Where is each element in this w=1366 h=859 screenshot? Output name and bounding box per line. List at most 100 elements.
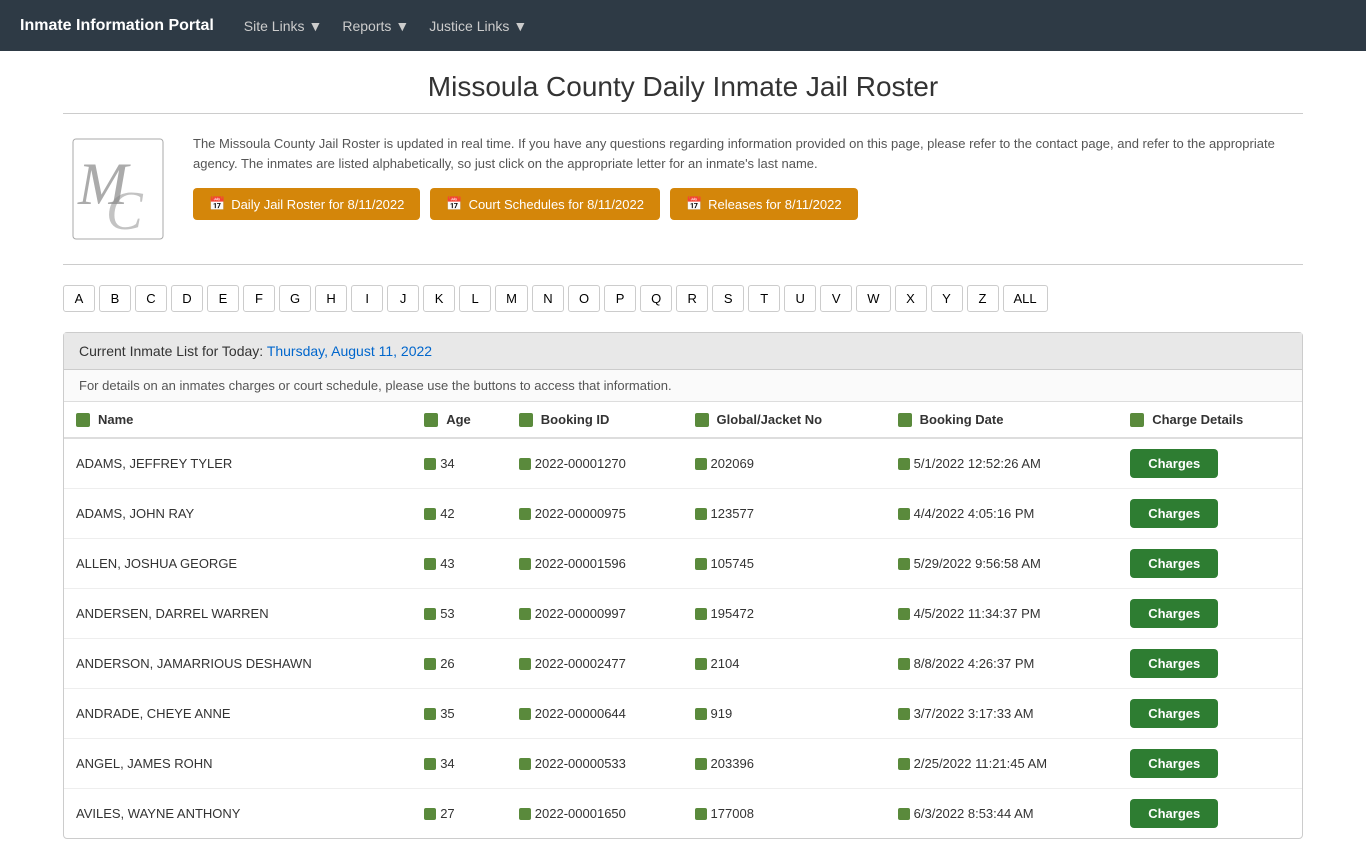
alpha-btn-p[interactable]: P bbox=[604, 285, 636, 312]
alpha-btn-q[interactable]: Q bbox=[640, 285, 672, 312]
alpha-btn-d[interactable]: D bbox=[171, 285, 203, 312]
alpha-btn-s[interactable]: S bbox=[712, 285, 744, 312]
th-age: Age bbox=[412, 402, 507, 438]
alpha-btn-l[interactable]: L bbox=[459, 285, 491, 312]
info-description: The Missoula County Jail Roster is updat… bbox=[193, 134, 1303, 173]
alpha-btn-u[interactable]: U bbox=[784, 285, 816, 312]
cell-icon bbox=[424, 808, 436, 820]
info-text-section: The Missoula County Jail Roster is updat… bbox=[193, 134, 1303, 220]
county-logo: M C bbox=[68, 134, 168, 244]
cell-icon bbox=[424, 458, 436, 470]
cell-icon bbox=[898, 658, 910, 670]
charges-button-2[interactable]: Charges bbox=[1130, 549, 1218, 578]
table-row: ANDRADE, CHEYE ANNE352022-000006449193/7… bbox=[64, 689, 1302, 739]
alphabet-nav: ABCDEFGHIJKLMNOPQRSTUVWXYZALL bbox=[63, 285, 1303, 312]
page-title: Missoula County Daily Inmate Jail Roster bbox=[63, 71, 1303, 103]
calendar-icon-2: 📅 bbox=[446, 196, 462, 212]
alpha-btn-w[interactable]: W bbox=[856, 285, 890, 312]
alpha-btn-n[interactable]: N bbox=[532, 285, 564, 312]
alpha-btn-x[interactable]: X bbox=[895, 285, 927, 312]
charges-button-6[interactable]: Charges bbox=[1130, 749, 1218, 778]
cell-icon bbox=[898, 508, 910, 520]
th-booking-id: Booking ID bbox=[507, 402, 683, 438]
cell-icon bbox=[519, 508, 531, 520]
alpha-btn-all[interactable]: ALL bbox=[1003, 285, 1048, 312]
th-booking-date: Booking Date bbox=[886, 402, 1119, 438]
table-row: ALLEN, JOSHUA GEORGE432022-0000159610574… bbox=[64, 539, 1302, 589]
logo-container: M C bbox=[63, 134, 173, 244]
cell-icon bbox=[695, 558, 707, 570]
cell-icon bbox=[519, 708, 531, 720]
alpha-btn-m[interactable]: M bbox=[495, 285, 528, 312]
charges-button-1[interactable]: Charges bbox=[1130, 499, 1218, 528]
charges-button-4[interactable]: Charges bbox=[1130, 649, 1218, 678]
th-bookingdate-icon bbox=[898, 413, 912, 427]
table-row: ANGEL, JAMES ROHN342022-000005332033962/… bbox=[64, 739, 1302, 789]
charges-button-5[interactable]: Charges bbox=[1130, 699, 1218, 728]
alpha-btn-a[interactable]: A bbox=[63, 285, 95, 312]
alpha-btn-j[interactable]: J bbox=[387, 285, 419, 312]
nav-justice-links[interactable]: Justice Links ▼ bbox=[429, 18, 527, 34]
alpha-btn-t[interactable]: T bbox=[748, 285, 780, 312]
cell-icon bbox=[898, 558, 910, 570]
cell-icon bbox=[898, 708, 910, 720]
alpha-btn-r[interactable]: R bbox=[676, 285, 708, 312]
cell-icon bbox=[695, 458, 707, 470]
action-buttons: 📅 Daily Jail Roster for 8/11/2022 📅 Cour… bbox=[193, 188, 1303, 220]
cell-icon bbox=[898, 458, 910, 470]
inmate-list-container: Current Inmate List for Today: Thursday,… bbox=[63, 332, 1303, 839]
nav-reports[interactable]: Reports ▼ bbox=[342, 18, 409, 34]
th-age-icon bbox=[424, 413, 438, 427]
alpha-btn-h[interactable]: H bbox=[315, 285, 347, 312]
th-global-icon bbox=[695, 413, 709, 427]
section-divider bbox=[63, 264, 1303, 265]
th-global-jacket: Global/Jacket No bbox=[683, 402, 886, 438]
cell-icon bbox=[519, 458, 531, 470]
calendar-icon-3: 📅 bbox=[686, 196, 702, 212]
svg-text:C: C bbox=[106, 180, 144, 241]
alpha-btn-y[interactable]: Y bbox=[931, 285, 963, 312]
alpha-btn-o[interactable]: O bbox=[568, 285, 600, 312]
table-row: ANDERSON, JAMARRIOUS DESHAWN262022-00002… bbox=[64, 639, 1302, 689]
th-charge-icon bbox=[1130, 413, 1144, 427]
cell-icon bbox=[424, 708, 436, 720]
charges-button-0[interactable]: Charges bbox=[1130, 449, 1218, 478]
charges-button-7[interactable]: Charges bbox=[1130, 799, 1218, 828]
cell-icon bbox=[424, 658, 436, 670]
table-header: Name Age Booking ID bbox=[64, 402, 1302, 438]
th-name: Name bbox=[64, 402, 412, 438]
navbar-brand[interactable]: Inmate Information Portal bbox=[20, 17, 214, 35]
alpha-btn-g[interactable]: G bbox=[279, 285, 311, 312]
cell-icon bbox=[898, 808, 910, 820]
th-name-icon bbox=[76, 413, 90, 427]
cell-icon bbox=[424, 608, 436, 620]
table-row: ADAMS, JOHN RAY422022-000009751235774/4/… bbox=[64, 489, 1302, 539]
alpha-btn-e[interactable]: E bbox=[207, 285, 239, 312]
inmate-list-header: Current Inmate List for Today: Thursday,… bbox=[64, 333, 1302, 370]
charges-button-3[interactable]: Charges bbox=[1130, 599, 1218, 628]
cell-icon bbox=[695, 608, 707, 620]
cell-icon bbox=[898, 608, 910, 620]
inmate-table: Name Age Booking ID bbox=[64, 402, 1302, 838]
alpha-btn-z[interactable]: Z bbox=[967, 285, 999, 312]
cell-icon bbox=[424, 558, 436, 570]
nav-site-links[interactable]: Site Links ▼ bbox=[244, 18, 323, 34]
cell-icon bbox=[519, 808, 531, 820]
title-divider bbox=[63, 113, 1303, 114]
alpha-btn-b[interactable]: B bbox=[99, 285, 131, 312]
table-row: ANDERSEN, DARREL WARREN532022-0000099719… bbox=[64, 589, 1302, 639]
alpha-btn-v[interactable]: V bbox=[820, 285, 852, 312]
alpha-btn-c[interactable]: C bbox=[135, 285, 167, 312]
alpha-btn-f[interactable]: F bbox=[243, 285, 275, 312]
court-schedules-button[interactable]: 📅 Court Schedules for 8/11/2022 bbox=[430, 188, 660, 220]
alpha-btn-k[interactable]: K bbox=[423, 285, 455, 312]
releases-button[interactable]: 📅 Releases for 8/11/2022 bbox=[670, 188, 858, 220]
cell-icon bbox=[695, 808, 707, 820]
cell-icon bbox=[519, 558, 531, 570]
alpha-btn-i[interactable]: I bbox=[351, 285, 383, 312]
cell-icon bbox=[424, 508, 436, 520]
inmate-list-date: Thursday, August 11, 2022 bbox=[267, 343, 432, 359]
daily-roster-button[interactable]: 📅 Daily Jail Roster for 8/11/2022 bbox=[193, 188, 420, 220]
navbar: Inmate Information Portal Site Links ▼ R… bbox=[0, 0, 1366, 51]
calendar-icon-1: 📅 bbox=[209, 196, 225, 212]
